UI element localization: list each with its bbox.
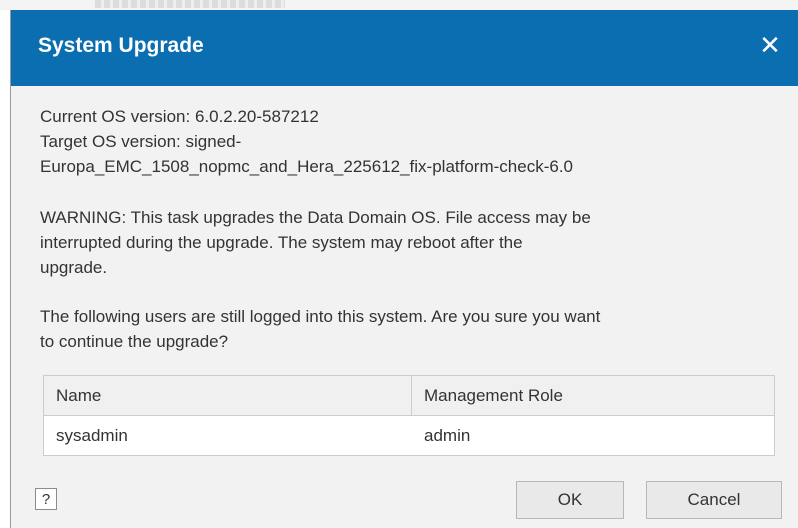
help-icon[interactable]: ?	[35, 488, 57, 510]
warning-line: WARNING: This task upgrades the Data Dom…	[40, 208, 591, 227]
version-info: Current OS version: 6.0.2.20-587212 Targ…	[40, 104, 780, 179]
cell-user-name: sysadmin	[56, 425, 128, 445]
close-icon[interactable]: ✕	[755, 30, 785, 60]
dialog-title: System Upgrade	[38, 34, 204, 57]
ok-button[interactable]: OK	[516, 481, 624, 519]
warning-message: WARNING: This task upgrades the Data Dom…	[40, 205, 780, 280]
warning-line: upgrade.	[40, 258, 108, 277]
warning-line: interrupted during the upgrade. The syst…	[40, 233, 523, 252]
table-row[interactable]: sysadmin admin	[44, 416, 774, 455]
current-version-text: Current OS version: 6.0.2.20-587212	[40, 107, 319, 126]
cell-management-role: admin	[424, 425, 471, 445]
question-line: to continue the upgrade?	[40, 332, 229, 351]
dialog-titlebar: System Upgrade ✕	[11, 10, 798, 86]
system-upgrade-dialog: System Upgrade ✕ Current OS version: 6.0…	[10, 10, 798, 528]
target-version-text-cont: Europa_EMC_1508_nopmc_and_Hera_225612_fi…	[40, 157, 573, 176]
table-header-row: Name Management Role	[44, 376, 774, 416]
cancel-button[interactable]: Cancel	[646, 481, 782, 519]
logged-users-table: Name Management Role sysadmin admin	[43, 375, 775, 456]
target-version-text: Target OS version: signed-	[40, 132, 242, 151]
background-text-fragment	[95, 0, 285, 8]
column-header-management-role[interactable]: Management Role	[412, 376, 774, 415]
logged-users-question: The following users are still logged int…	[40, 304, 780, 354]
question-line: The following users are still logged int…	[40, 307, 601, 326]
column-header-name[interactable]: Name	[44, 376, 412, 415]
